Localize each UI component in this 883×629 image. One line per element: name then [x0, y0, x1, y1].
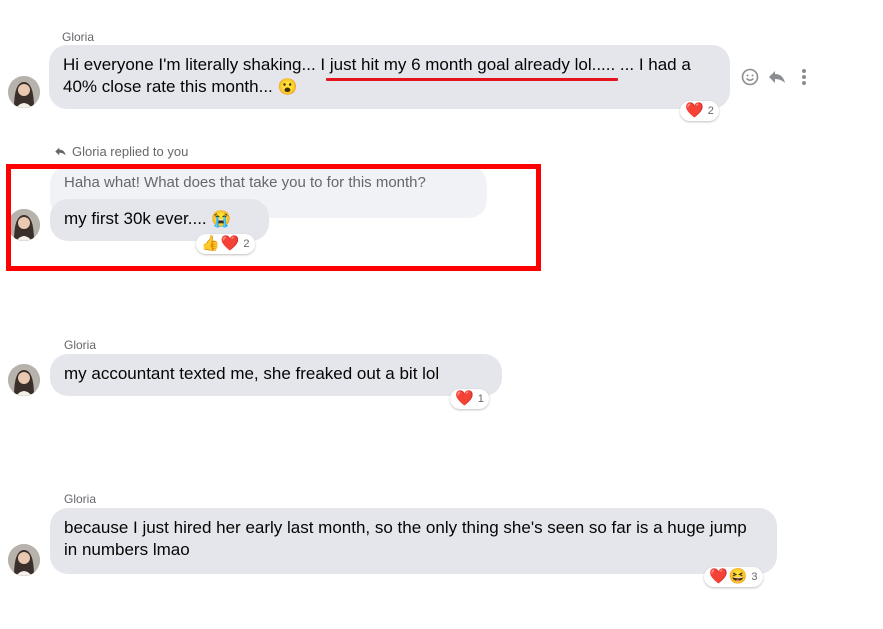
reaction-badge[interactable]: ❤️ 😆 3 [704, 567, 763, 587]
heart-icon: ❤️ [455, 390, 474, 407]
avatar[interactable] [8, 364, 40, 396]
reaction-count: 2 [707, 105, 714, 117]
message-bubble[interactable]: because I just hired her early last mont… [50, 508, 777, 574]
message-text-start: Hi everyone I'm literally shaking... [63, 55, 321, 74]
message-text: my accountant texted me, she freaked out… [64, 364, 440, 383]
reply-indicator-text: Gloria replied to you [72, 144, 189, 159]
reply-arrow-icon[interactable] [767, 69, 787, 85]
message-actions [741, 68, 807, 86]
reaction-badge[interactable]: ❤️ 1 [450, 389, 489, 409]
avatar[interactable] [8, 544, 40, 576]
red-highlight-box [6, 164, 541, 271]
laughing-emoji-icon: 😆 [728, 568, 748, 585]
reaction-count: 1 [477, 393, 484, 405]
reaction-count: 3 [751, 571, 758, 583]
avatar[interactable] [8, 76, 40, 108]
heart-icon: ❤️ [685, 102, 704, 119]
message-sender: Gloria [62, 30, 95, 44]
red-underline [326, 78, 618, 81]
smiley-icon[interactable] [741, 68, 759, 86]
message-bubble[interactable]: my accountant texted me, she freaked out… [50, 354, 502, 396]
message-bubble[interactable]: Hi everyone I'm literally shaking... I j… [49, 45, 730, 109]
message-sender: Gloria [64, 492, 97, 506]
astonished-emoji-icon: 😮 [277, 79, 298, 96]
message-text: because I just hired her early last mont… [64, 518, 747, 559]
heart-icon: ❤️ [709, 568, 728, 585]
reaction-badge[interactable]: ❤️ 2 [680, 101, 719, 121]
more-vertical-icon[interactable] [801, 68, 807, 86]
reply-indicator: Gloria replied to you [54, 144, 188, 159]
reply-arrow-icon [55, 147, 66, 156]
message-sender: Gloria [64, 338, 97, 352]
underlined-text: I just hit my 6 month goal already lol [320, 55, 592, 74]
